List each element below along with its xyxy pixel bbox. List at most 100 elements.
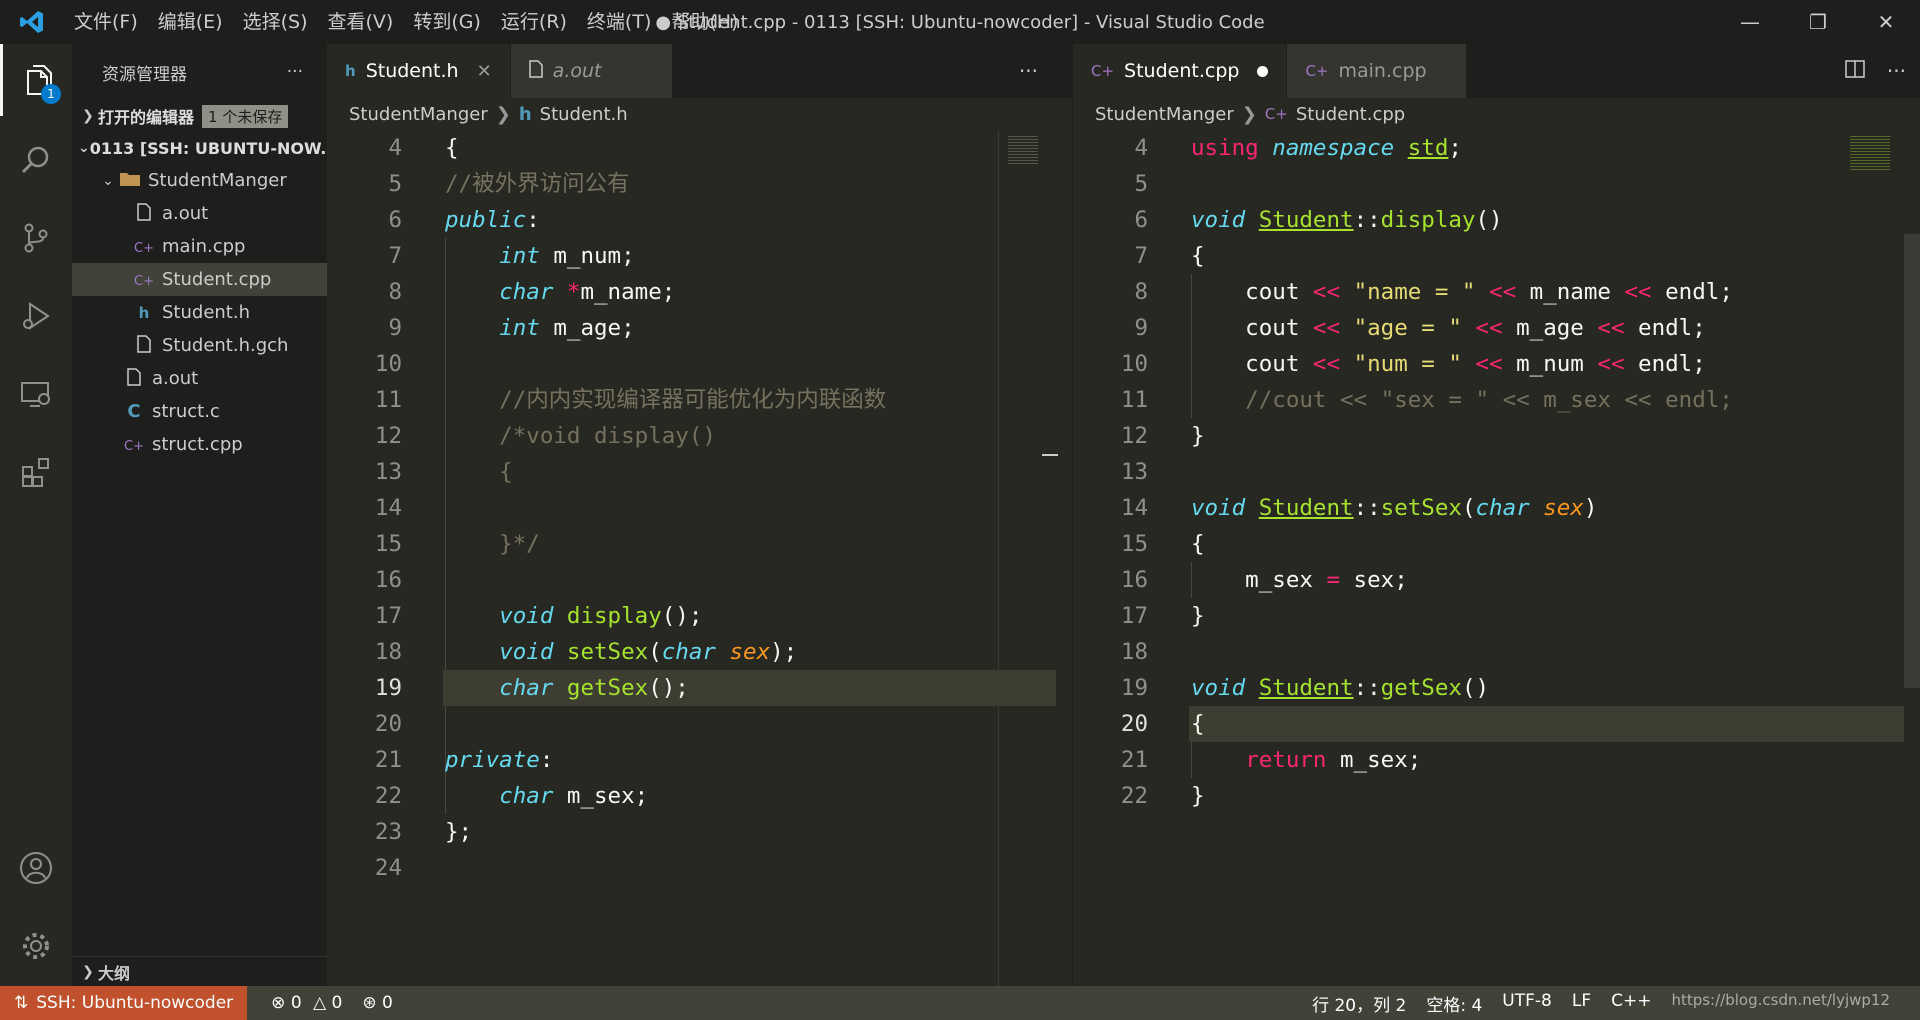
menu-item[interactable]: 选择(S): [233, 0, 318, 44]
account-icon[interactable]: [0, 832, 72, 904]
extensions-icon[interactable]: [0, 436, 72, 508]
menu-item[interactable]: 查看(V): [318, 0, 404, 44]
file-item[interactable]: C+ Student.cpp: [72, 263, 327, 296]
tab-main-cpp[interactable]: C+ main.cpp: [1287, 44, 1468, 98]
outline-section[interactable]: ❯ 大纲: [72, 956, 327, 986]
right-editor-group: C+ Student.cpp C+ main.cpp ··· StudentMa…: [1072, 44, 1920, 986]
cursor-position[interactable]: 行 20，列 2: [1302, 991, 1416, 1016]
close-tab-icon[interactable]: ✕: [477, 61, 492, 82]
tab-student-h[interactable]: h Student.h ✕: [327, 44, 511, 98]
folder-studentmanger[interactable]: ⌄ StudentManger: [72, 164, 327, 197]
code-line[interactable]: 6 void Student::display(): [1073, 202, 1920, 238]
settings-gear-icon[interactable]: [0, 910, 72, 982]
code-line[interactable]: 24: [327, 850, 1072, 886]
code-line[interactable]: 11 //cout << "sex = " << m_sex << endl;: [1073, 382, 1920, 418]
code-line[interactable]: 5: [1073, 166, 1920, 202]
ports-indicator[interactable]: ⊛ 0: [352, 993, 402, 1013]
menu-item[interactable]: 帮助(H): [661, 0, 748, 44]
code-line[interactable]: 16: [327, 562, 1072, 598]
code-line[interactable]: 6 public:: [327, 202, 1072, 238]
breadcrumb-file[interactable]: Student.h: [540, 104, 628, 125]
file-item[interactable]: a.out: [72, 197, 327, 230]
explorer-icon[interactable]: 1: [0, 44, 72, 116]
menu-item[interactable]: 运行(R): [491, 0, 577, 44]
search-icon[interactable]: [0, 124, 72, 196]
code-line[interactable]: 10: [327, 346, 1072, 382]
code-line[interactable]: 5 //被外界访问公有: [327, 166, 1072, 202]
right-code-area[interactable]: 4 using namespace std; 5 6 void Student::dis…: [1073, 130, 1920, 986]
code-line[interactable]: 21 private:: [327, 742, 1072, 778]
language-mode[interactable]: C++: [1601, 991, 1661, 1016]
tab-student-cpp[interactable]: C+ Student.cpp: [1073, 44, 1288, 98]
code-line[interactable]: 7 int m_num;: [327, 238, 1072, 274]
code-line[interactable]: 7{: [1073, 238, 1920, 274]
menu-item[interactable]: 文件(F): [64, 0, 148, 44]
menu-item[interactable]: 编辑(E): [148, 0, 233, 44]
file-label: Student.h: [162, 302, 250, 323]
line-ending[interactable]: LF: [1562, 991, 1601, 1016]
split-editor-icon[interactable]: [1845, 59, 1865, 83]
code-line[interactable]: 10 cout << "num = " << m_num << endl;: [1073, 346, 1920, 382]
left-code-area[interactable]: 4{5//被外界访问公有 6 public: 7 int m_num; 8 char *…: [327, 130, 1072, 986]
code-line[interactable]: 22 char m_sex;: [327, 778, 1072, 814]
run-debug-icon[interactable]: [0, 280, 72, 352]
code-line[interactable]: 17 void display();: [327, 598, 1072, 634]
indentation[interactable]: 空格: 4: [1416, 991, 1492, 1016]
file-item[interactable]: C+ main.cpp: [72, 230, 327, 263]
code-line[interactable]: 18: [1073, 634, 1920, 670]
code-line[interactable]: 13: [1073, 454, 1920, 490]
unsaved-dot-icon[interactable]: [1257, 65, 1269, 77]
code-line[interactable]: 23};: [327, 814, 1072, 850]
code-line[interactable]: 12}: [1073, 418, 1920, 454]
remote-explorer-icon[interactable]: [0, 358, 72, 430]
left-minimap[interactable]: [998, 130, 1058, 986]
code-line[interactable]: 15 }*/: [327, 526, 1072, 562]
code-line[interactable]: 12 /*void display(): [327, 418, 1072, 454]
code-line[interactable]: 21 return m_sex;: [1073, 742, 1920, 778]
code-line[interactable]: 8 char *m_name;: [327, 274, 1072, 310]
file-item[interactable]: a.out: [72, 362, 327, 395]
code-line[interactable]: 13 {: [327, 454, 1072, 490]
code-line[interactable]: 20 {: [1073, 706, 1920, 742]
breadcrumb-folder[interactable]: StudentManger: [1095, 104, 1234, 125]
code-line[interactable]: 8 cout << "name = " << m_name << endl;: [1073, 274, 1920, 310]
code-line[interactable]: 4{: [327, 130, 1072, 166]
code-line[interactable]: 14: [327, 490, 1072, 526]
file-item[interactable]: Cstruct.c: [72, 395, 327, 428]
code-line[interactable]: 16 m_sex = sex;: [1073, 562, 1920, 598]
code-line[interactable]: 11 //内内实现编译器可能优化为内联函数: [327, 382, 1072, 418]
breadcrumb-file[interactable]: Student.cpp: [1296, 104, 1405, 125]
restore-icon[interactable]: ❐: [1784, 0, 1852, 44]
code-line[interactable]: 22}: [1073, 778, 1920, 814]
encoding[interactable]: UTF-8: [1492, 991, 1562, 1016]
workspace-section[interactable]: ⌄ 0113 [SSH: UBUNTU-NOW...: [72, 132, 327, 164]
close-window-icon[interactable]: ✕: [1852, 0, 1920, 44]
code-line[interactable]: 4 using namespace std;: [1073, 130, 1920, 166]
remote-indicator[interactable]: ⇅ SSH: Ubuntu-nowcoder: [0, 986, 248, 1020]
file-item[interactable]: Student.h.gch: [72, 329, 327, 362]
right-minimap[interactable]: [1846, 130, 1904, 986]
code-line[interactable]: 17}: [1073, 598, 1920, 634]
code-line[interactable]: 9 cout << "age = " << m_age << endl;: [1073, 310, 1920, 346]
code-line[interactable]: 19 char getSex();: [327, 670, 1072, 706]
editor-more-actions-icon[interactable]: ···: [1887, 59, 1906, 83]
code-line[interactable]: 18 void setSex(char sex);: [327, 634, 1072, 670]
menu-item[interactable]: 终端(T): [577, 0, 661, 44]
code-line[interactable]: 19 void Student::getSex(): [1073, 670, 1920, 706]
menu-item[interactable]: 转到(G): [403, 0, 491, 44]
more-actions-icon[interactable]: ···: [287, 62, 303, 82]
tab-a-out[interactable]: a.out: [510, 44, 673, 98]
breadcrumb-folder[interactable]: StudentManger: [349, 104, 488, 125]
file-item[interactable]: h Student.h: [72, 296, 327, 329]
code-line[interactable]: 9 int m_age;: [327, 310, 1072, 346]
open-editors-section[interactable]: ❯ 打开的编辑器 1 个未保存: [72, 100, 327, 132]
code-line[interactable]: 14 void Student::setSex(char sex): [1073, 490, 1920, 526]
editor-more-actions-icon[interactable]: ···: [1019, 59, 1038, 83]
minimize-icon[interactable]: —: [1716, 0, 1784, 44]
problems-indicator[interactable]: ⊗ 0 △ 0: [261, 993, 352, 1013]
code-line[interactable]: 15 {: [1073, 526, 1920, 562]
file-item[interactable]: C+ struct.cpp: [72, 428, 327, 461]
right-scrollbar[interactable]: [1904, 234, 1920, 688]
code-line[interactable]: 20: [327, 706, 1072, 742]
source-control-icon[interactable]: [0, 202, 72, 274]
